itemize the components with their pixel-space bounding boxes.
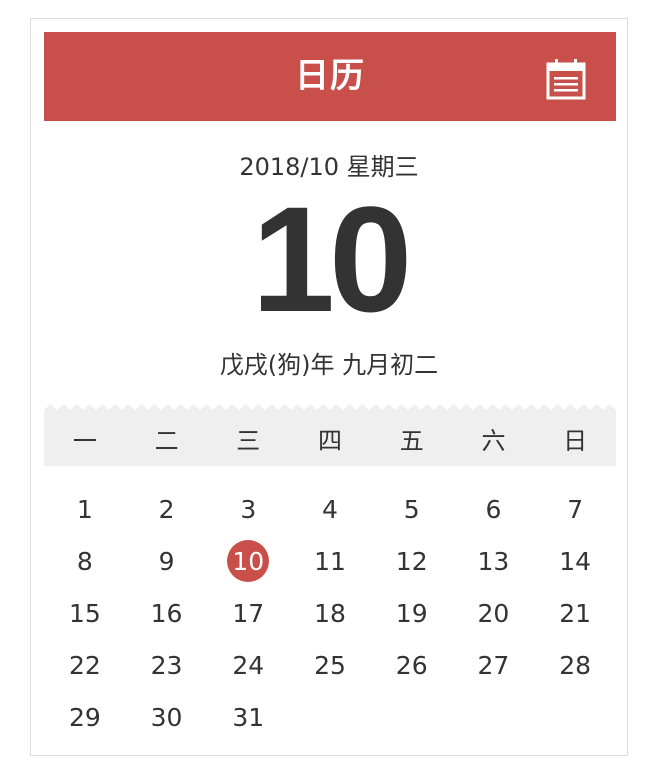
day-cell[interactable]: 24: [207, 639, 289, 691]
day-number: 30: [150, 702, 183, 732]
day-cell[interactable]: 1: [44, 483, 126, 535]
day-number: 24: [232, 650, 265, 680]
day-cell[interactable]: 13: [453, 535, 535, 587]
day-number: 16: [150, 598, 183, 628]
day-number: 4: [322, 494, 338, 524]
day-cell[interactable]: 23: [126, 639, 208, 691]
days-grid: 1 2 3 4 5 6 7 8 9 10 11 12 13 14 15 16 17 18 19 20 21 22 23 24 2…: [44, 483, 616, 743]
day-number: 28: [559, 650, 592, 680]
day-cell[interactable]: 28: [534, 639, 616, 691]
day-number: 20: [477, 598, 510, 628]
day-number: 1: [76, 494, 93, 524]
day-cell[interactable]: 3: [207, 483, 289, 535]
lunar-date: 戊戌(狗)年 九月初二: [219, 351, 439, 379]
day-number: 11: [314, 546, 346, 576]
day-cell[interactable]: 4: [289, 483, 371, 535]
weekday-label: 三: [236, 427, 261, 455]
day-number: 3: [240, 494, 257, 524]
day-cell[interactable]: 30: [126, 691, 208, 743]
day-number: 9: [158, 546, 175, 576]
day-cell[interactable]: 18: [289, 587, 371, 639]
day-number: 10: [227, 540, 270, 582]
day-cell[interactable]: 16: [126, 587, 208, 639]
day-number: 12: [395, 546, 428, 576]
weekday-label: 二: [154, 427, 179, 455]
day-number: 27: [477, 650, 510, 680]
day-cell[interactable]: 6: [453, 483, 535, 535]
day-cell[interactable]: 14: [534, 535, 616, 587]
day-cell[interactable]: 8: [44, 535, 126, 587]
weekday-label: 五: [399, 427, 424, 455]
calendar-widget: 日历 2018/10 星期三 10 戊戌(狗)年 九月初二 一二三四五六日 12…: [30, 18, 628, 756]
day-cell[interactable]: 17: [207, 587, 289, 639]
day-cell[interactable]: 31: [207, 691, 289, 743]
weekday-label: 日: [563, 427, 588, 455]
calendar-header: 日历: [44, 32, 616, 121]
day-cell[interactable]: 21: [534, 587, 616, 639]
day-number: 25: [314, 650, 346, 680]
day-cell[interactable]: 11: [289, 535, 371, 587]
day-number: 21: [559, 598, 592, 628]
day-number: 18: [314, 598, 346, 628]
day-cell[interactable]: 26: [371, 639, 453, 691]
day-number: 5: [403, 494, 420, 524]
day-number: 6: [485, 494, 502, 524]
day-number: 14: [559, 546, 592, 576]
day-number: 29: [68, 702, 101, 732]
day-cell-today[interactable]: 10: [207, 535, 289, 587]
day-number: 15: [68, 598, 101, 628]
day-cell[interactable]: 29: [44, 691, 126, 743]
weekday-label: 四: [318, 427, 343, 455]
day-number: 22: [68, 650, 101, 680]
day-number: 7: [567, 494, 584, 524]
big-day-number: 10: [251, 175, 413, 343]
zigzag-divider: [44, 404, 616, 417]
day-cell[interactable]: 25: [289, 639, 371, 691]
day-cell[interactable]: 20: [453, 587, 535, 639]
day-cell[interactable]: 12: [371, 535, 453, 587]
day-number: 19: [395, 598, 428, 628]
day-number: 8: [76, 546, 93, 576]
day-cell[interactable]: 7: [534, 483, 616, 535]
day-cell[interactable]: 9: [126, 535, 208, 587]
day-number: 13: [477, 546, 510, 576]
header-title: 日历: [295, 56, 365, 96]
weekday-header: 一二三四五六日: [44, 416, 616, 466]
day-cell[interactable]: 27: [453, 639, 535, 691]
weekday-label: 一: [72, 427, 97, 455]
day-cell[interactable]: 5: [371, 483, 453, 535]
calendar-icon[interactable]: [546, 58, 586, 100]
day-number: 31: [232, 702, 265, 732]
day-cell[interactable]: 15: [44, 587, 126, 639]
day-number: 2: [158, 494, 175, 524]
day-number: 26: [395, 650, 428, 680]
day-cell[interactable]: 19: [371, 587, 453, 639]
day-cell[interactable]: 2: [126, 483, 208, 535]
day-cell[interactable]: 22: [44, 639, 126, 691]
day-number: 23: [150, 650, 183, 680]
weekday-label: 六: [481, 427, 506, 455]
day-number: 17: [232, 598, 265, 628]
